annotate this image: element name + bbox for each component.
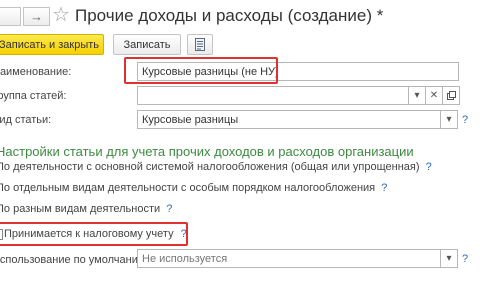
option-help-link[interactable]: ? xyxy=(166,203,172,215)
chevron-down-icon: ▾ xyxy=(414,90,420,101)
document-list-icon xyxy=(195,38,205,51)
forward-button[interactable]: → xyxy=(23,7,50,26)
group-clear-button[interactable]: ✕ xyxy=(426,86,443,105)
highlight-tax xyxy=(0,222,188,246)
close-icon: ✕ xyxy=(429,90,439,101)
save-button[interactable]: Записать xyxy=(113,34,181,55)
chevron-down-icon: ▾ xyxy=(446,253,452,264)
open-copy-icon xyxy=(446,91,456,100)
group-dropdown-button[interactable]: ▾ xyxy=(409,86,426,105)
favorite-star-icon[interactable]: ☆ xyxy=(52,4,70,26)
chevron-down-icon: ▾ xyxy=(446,114,452,125)
option-main-taxation[interactable]: По деятельности с основной системой нало… xyxy=(0,161,432,173)
default-usage-dropdown-button[interactable]: ▾ xyxy=(441,249,458,268)
group-open-button[interactable] xyxy=(443,86,460,105)
option-various-activities[interactable]: По разным видам деятельности ? xyxy=(0,203,172,215)
highlight-name xyxy=(124,57,278,84)
default-usage-help-link[interactable]: ? xyxy=(462,253,468,265)
name-label: Наименование: xyxy=(0,66,72,78)
option-help-link[interactable]: ? xyxy=(381,182,387,194)
arrow-right-icon: → xyxy=(30,9,43,24)
option-help-link[interactable]: ? xyxy=(426,161,432,173)
page-title: Прочие доходы и расходы (создание) * xyxy=(75,6,384,25)
option-special-taxation[interactable]: По отдельным видам деятельности с особым… xyxy=(0,182,387,194)
type-dropdown-button[interactable]: ▾ xyxy=(441,110,458,129)
back-button[interactable] xyxy=(0,7,21,26)
section-title: Настройки статьи для учета прочих доходо… xyxy=(0,144,414,159)
save-and-close-button[interactable]: Записать и закрыть xyxy=(0,34,104,55)
default-usage-field[interactable] xyxy=(137,249,441,268)
type-label: Вид статьи: xyxy=(0,114,52,126)
group-field[interactable] xyxy=(137,86,409,105)
type-help-link[interactable]: ? xyxy=(462,114,468,126)
default-usage-label: Использование по умолчанию: xyxy=(0,254,150,266)
more-actions-button[interactable] xyxy=(187,34,213,55)
group-label: Группа статей: xyxy=(0,90,67,102)
type-field[interactable]: Курсовые разницы xyxy=(137,110,441,129)
